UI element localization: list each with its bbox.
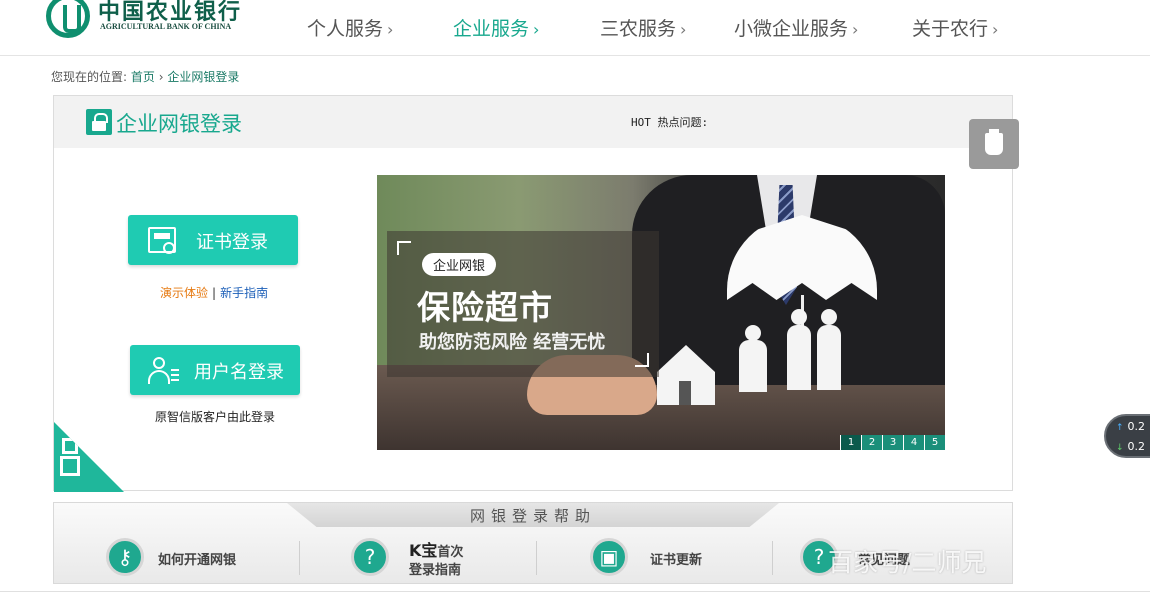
chevron-right-icon: › <box>680 20 687 39</box>
banner-page-2[interactable]: 2 <box>861 435 882 450</box>
divider <box>299 541 300 575</box>
family-figure-head <box>821 309 837 325</box>
chevron-right-icon: › <box>852 20 859 39</box>
help-item-label: 登录指南 <box>409 563 462 578</box>
login-panel: 企业网银登录 HOT 热点问题: 证书登录 演示体验 | 新手指南 用户名登录 原智… <box>53 95 1013 492</box>
family-figure <box>787 325 811 390</box>
help-item-label: 如何开通网银 <box>158 553 237 568</box>
family-figure-head <box>745 325 761 341</box>
help-item-open-online-banking[interactable]: ⚷ 如何开通网银 <box>106 535 276 581</box>
panel-header: 企业网银登录 HOT 热点问题: <box>54 96 1012 148</box>
promo-banner[interactable]: 企业网银 保险超市 助您防范风险 经营无忧 1 2 3 4 5 <box>377 175 945 450</box>
divider <box>536 541 537 575</box>
divider <box>0 591 1150 592</box>
page-title: 企业网银登录 <box>116 112 242 136</box>
user-icon <box>148 357 179 385</box>
banner-page-4[interactable]: 4 <box>903 435 924 450</box>
banner-caption-box: 企业网银 保险超市 助您防范风险 经营无忧 <box>387 231 659 377</box>
breadcrumb-home-link[interactable]: 首页 <box>131 70 155 84</box>
help-item-label: K宝首次 <box>409 541 464 560</box>
lock-icon <box>86 109 112 135</box>
certificate-icon: ▣ <box>590 538 628 576</box>
nav-about-abc[interactable]: 关于农行 › <box>912 14 998 41</box>
download-speed: ↓ 0.2 <box>1116 440 1146 453</box>
zhixin-customer-note: 原智信版客户由此登录 <box>155 410 276 424</box>
demo-links: 演示体验 | 新手指南 <box>160 284 268 301</box>
help-title: 网银登录帮助 <box>469 507 596 525</box>
watermark: 百家号/二师兄 <box>828 548 987 577</box>
help-item-label: 证书更新 <box>650 553 703 568</box>
help-item-certificate-update[interactable]: ▣ 证书更新 <box>590 535 770 581</box>
username-login-button[interactable]: 用户名登录 <box>130 345 300 395</box>
logo-english-name: AGRICULTURAL BANK OF CHINA <box>100 22 232 31</box>
divider <box>772 541 773 575</box>
nav-personal-services[interactable]: 个人服务 › <box>307 14 393 41</box>
breadcrumb: 您现在的位置: 首页 › 企业网银登录 <box>51 68 239 85</box>
network-speed-widget[interactable]: ↑ 0.2 ↓ 0.2 <box>1104 414 1150 458</box>
banner-subtitle: 助您防范风险 经营无忧 <box>419 332 606 353</box>
qr-code-corner-icon[interactable] <box>54 422 124 492</box>
banner-pager: 1 2 3 4 5 <box>840 435 945 450</box>
hot-topics-label: HOT 热点问题: <box>631 116 709 129</box>
chevron-right-icon: › <box>387 20 394 39</box>
username-login-label: 用户名登录 <box>194 362 284 383</box>
corner-bracket-icon <box>635 353 649 367</box>
breadcrumb-separator: › <box>158 70 164 84</box>
upload-arrow-icon: ↑ <box>1116 423 1124 433</box>
abc-logo[interactable]: 中国农业银行 AGRICULTURAL BANK OF CHINA <box>46 0 276 38</box>
banner-tag: 企业网银 <box>422 253 497 276</box>
key-icon: ⚷ <box>106 538 144 576</box>
family-figure <box>739 340 767 392</box>
usb-key-icon[interactable] <box>969 119 1019 169</box>
breadcrumb-current[interactable]: 企业网银登录 <box>167 70 239 84</box>
upload-speed: ↑ 0.2 <box>1116 420 1146 433</box>
family-figure-head <box>791 309 807 325</box>
nav-label: 小微企业服务 <box>734 18 849 40</box>
nav-label: 企业服务 <box>453 18 530 40</box>
nav-label: 三农服务 <box>600 18 677 40</box>
help-item-kbao-guide[interactable]: ? K宝首次 登录指南 <box>351 535 531 581</box>
nav-agricultural-services[interactable]: 三农服务 › <box>600 14 686 41</box>
nav-enterprise-services[interactable]: 企业服务 › <box>453 14 539 41</box>
corner-bracket-icon <box>397 241 411 255</box>
breadcrumb-prefix: 您现在的位置: <box>51 70 128 84</box>
download-arrow-icon: ↓ <box>1116 443 1124 453</box>
banner-title: 保险超市 <box>417 288 553 327</box>
chevron-right-icon: › <box>992 20 999 39</box>
certificate-login-label: 证书登录 <box>196 232 268 253</box>
chevron-right-icon: › <box>533 20 540 39</box>
banner-page-5[interactable]: 5 <box>924 435 945 450</box>
certificate-icon <box>148 227 176 254</box>
site-header: 中国农业银行 AGRICULTURAL BANK OF CHINA 个人服务 › … <box>0 0 1150 56</box>
help-tab: 网银登录帮助 <box>287 503 779 527</box>
banner-page-3[interactable]: 3 <box>882 435 903 450</box>
family-figure <box>817 325 841 390</box>
nav-label: 关于农行 <box>912 18 989 40</box>
banner-page-1[interactable]: 1 <box>840 435 861 450</box>
demo-experience-link[interactable]: 演示体验 <box>160 286 208 300</box>
beginner-guide-link[interactable]: 新手指南 <box>220 286 268 300</box>
abc-logo-mark-icon <box>46 0 90 38</box>
link-separator: | <box>212 286 217 300</box>
nav-label: 个人服务 <box>307 18 384 40</box>
certificate-login-button[interactable]: 证书登录 <box>128 215 298 265</box>
nav-small-business-services[interactable]: 小微企业服务 › <box>734 14 858 41</box>
k-bao-icon: ? <box>351 538 389 576</box>
